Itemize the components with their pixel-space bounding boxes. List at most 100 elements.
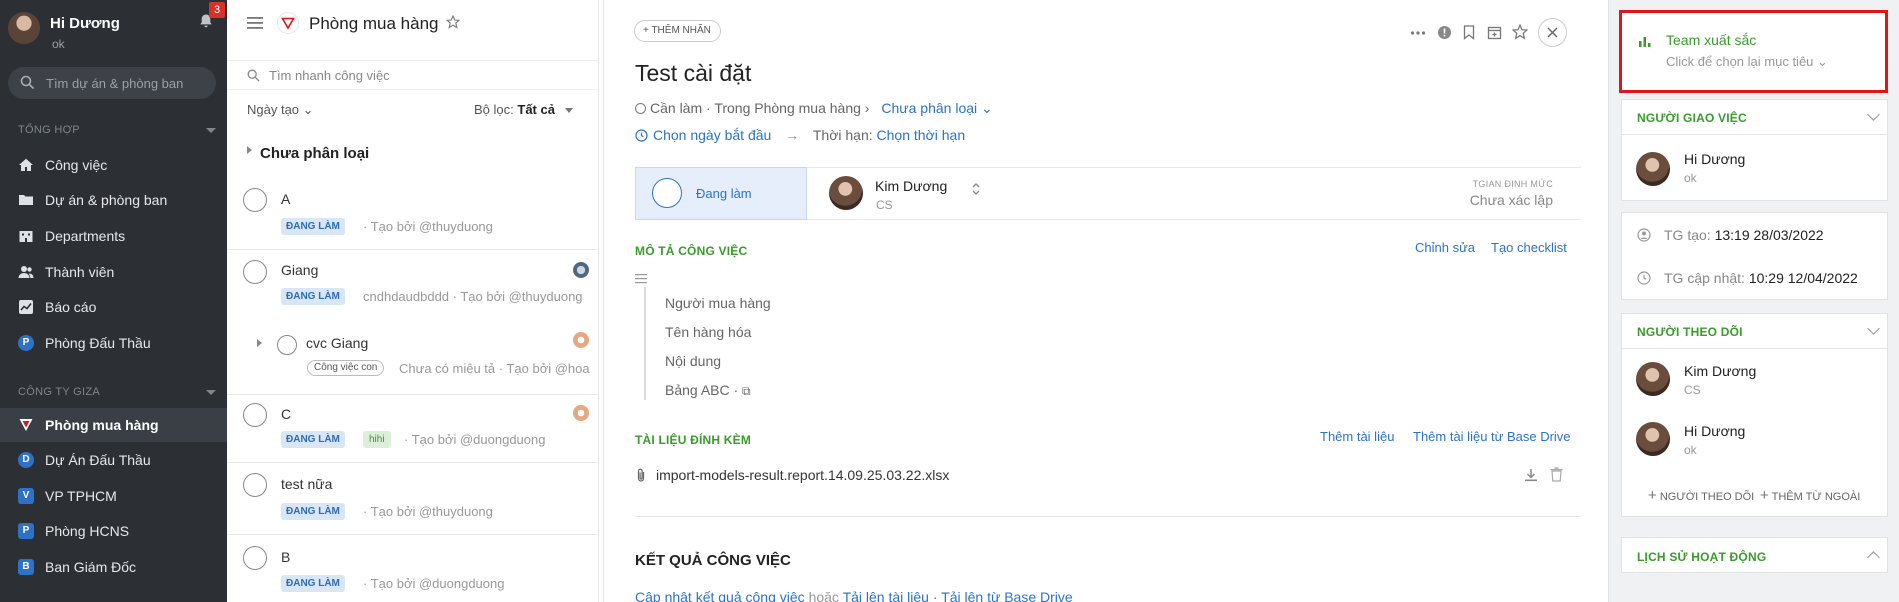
clock-icon [635, 129, 648, 142]
start-date-link[interactable]: Chọn ngày bắt đầu [653, 127, 771, 143]
task-title[interactable]: Test cài đặt [635, 60, 751, 87]
follower-name[interactable]: Kim Dương [1684, 363, 1756, 379]
upload-file-link[interactable]: Tải lên tài liệu [843, 589, 929, 602]
link-icon[interactable]: ⧉ [742, 384, 751, 398]
attachment-file-name[interactable]: import-models-result.report.14.09.25.03.… [656, 467, 949, 483]
task-row[interactable]: B ĐANG LÀM · Tạo bởi @duongduong [227, 535, 599, 602]
task-meta: · Tạo bởi @duongduong [404, 432, 546, 447]
task-checkbox[interactable] [243, 260, 267, 284]
sidebar-item-du-an-dau-thau[interactable]: D Dự Án Đấu Thầu [0, 443, 227, 477]
trash-icon[interactable] [1550, 467, 1563, 482]
project-b-icon: B [18, 559, 34, 575]
upload-from-drive-link[interactable]: Tải lên từ Base Drive [941, 589, 1073, 602]
update-result-link[interactable]: Cập nhật kết quả công việc [635, 589, 805, 602]
sort-toggle-icon[interactable] [971, 181, 981, 197]
caret-down-icon[interactable] [206, 390, 216, 395]
sidebar-item-departments[interactable]: Departments [0, 219, 227, 253]
sidebar-item-phong-mua-hang[interactable]: Phòng mua hàng [0, 408, 227, 442]
task-row[interactable]: test nữa ĐANG LÀM · Tạo bởi @thuyduong [227, 463, 599, 535]
attachments-title: TÀI LIỆU ĐÍNH KÈM [635, 433, 752, 447]
timestamps-card: TG tạo: 13:19 28/03/2022 TG cập nhật: 10… [1621, 212, 1888, 300]
group-title[interactable]: Chưa phân loại [260, 145, 369, 162]
task-meta: · Tạo bởi @thuyduong [363, 219, 493, 234]
create-checklist-link[interactable]: Tạo checklist [1491, 240, 1567, 255]
status-badge: ĐANG LÀM [281, 218, 345, 235]
chevron-down-icon[interactable] [1867, 322, 1880, 335]
task-checkbox[interactable] [243, 546, 267, 570]
caret-down-icon[interactable] [206, 128, 216, 133]
expand-caret-icon[interactable] [257, 339, 262, 347]
add-follower-button[interactable]: + NGƯỜI THEO DÕI [1648, 487, 1754, 504]
subtask-row[interactable]: cvc Giang Công việc con Chưa có miêu tả … [227, 320, 599, 395]
task-list-panel: Phòng mua hàng Ngày tạo ⌄ Bộ lọc: Tất cả… [227, 0, 599, 602]
sidebar-item-phong-hcns[interactable]: P Phòng HCNS [0, 514, 227, 548]
sidebar-item-cong-viec[interactable]: Công việc [0, 148, 227, 182]
filter-row: Ngày tạo ⌄ Bộ lọc: Tất cả [227, 98, 599, 124]
chevron-down-icon[interactable] [1867, 108, 1880, 121]
filter-dropdown[interactable]: Bộ lọc: Tất cả [474, 102, 573, 117]
assignee-avatar [573, 332, 589, 348]
more-icon[interactable] [1410, 26, 1426, 40]
quick-search[interactable] [227, 60, 599, 90]
norm-value[interactable]: Chưa xác lập [1470, 192, 1553, 208]
sidebar-item-bao-cao[interactable]: Báo cáo [0, 290, 227, 324]
goal-card[interactable]: Team xuất sắc Click để chọn lại mục tiêu… [1619, 10, 1888, 93]
status-selector[interactable]: Đang làm [635, 167, 807, 220]
filter-label: Bộ lọc: [474, 102, 514, 117]
history-card[interactable]: LỊCH SỬ HOẠT ĐỘNG [1621, 537, 1888, 573]
star-icon[interactable] [1512, 24, 1528, 40]
task-title: B [281, 549, 291, 565]
sidebar-search-input[interactable] [46, 74, 206, 92]
project-p-icon: P [18, 523, 34, 539]
assigner-name[interactable]: Hi Dương [1684, 151, 1745, 167]
add-file-link[interactable]: Thêm tài liệu [1320, 429, 1394, 444]
task-row[interactable]: C ĐANG LÀM hihi · Tạo bởi @duongduong [227, 395, 599, 463]
plus-icon: + [1760, 487, 1769, 504]
task-row[interactable]: A ĐANG LÀM · Tạo bởi @thuyduong [227, 178, 599, 250]
task-checkbox[interactable] [243, 188, 267, 212]
category-dropdown[interactable]: Chưa phân loại ⌄ [881, 100, 992, 116]
subtask-tag: Công việc con [307, 360, 385, 376]
calendar-icon[interactable] [1487, 25, 1502, 40]
menu-icon[interactable] [247, 16, 263, 30]
status-badge: ĐANG LÀM [281, 503, 345, 520]
avatar[interactable] [8, 12, 40, 44]
deadline-label: Thời hạn: [812, 127, 873, 143]
add-tag-button[interactable]: + THÊM NHÃN [634, 20, 721, 42]
sidebar-item-thanh-vien[interactable]: Thành viên [0, 255, 227, 289]
download-icon[interactable] [1524, 468, 1538, 482]
follower-name[interactable]: Hi Dương [1684, 423, 1745, 439]
close-button[interactable] [1538, 18, 1567, 47]
edit-description-link[interactable]: Chỉnh sửa [1415, 240, 1475, 255]
sidebar-search[interactable] [8, 67, 216, 99]
clock-icon [1637, 271, 1651, 285]
task-checkbox[interactable] [277, 335, 297, 355]
result-actions: Cập nhật kết quả công việc hoặc Tải lên … [635, 589, 1073, 602]
sidebar-item-label: Phòng mua hàng [45, 417, 159, 433]
star-icon[interactable] [446, 15, 460, 29]
quick-search-input[interactable] [269, 68, 569, 83]
updated-value: 10:29 12/04/2022 [1748, 270, 1858, 286]
user-profile[interactable]: Hi Dương ok 3 [0, 0, 227, 55]
arrow-right-icon: → [785, 127, 800, 143]
triangle-icon [19, 419, 33, 431]
sidebar-item-vp-tphcm[interactable]: V VP TPHCM [0, 479, 227, 513]
task-row[interactable]: Giang ĐANG LÀM cndhdaudbddd · Tạo bởi @t… [227, 250, 599, 320]
sidebar-item-ban-giam-doc[interactable]: B Ban Giám Đốc [0, 550, 227, 584]
expand-caret-icon[interactable] [247, 146, 252, 154]
add-external-button[interactable]: + THÊM TỪ NGOÀI [1760, 487, 1860, 504]
sidebar-item-du-an[interactable]: Dự án & phòng ban [0, 183, 227, 217]
bookmark-icon[interactable] [1463, 25, 1475, 40]
task-checkbox[interactable] [243, 403, 267, 427]
chevron-up-icon[interactable] [1867, 551, 1880, 564]
deadline-link[interactable]: Chọn thời hạn [877, 127, 966, 143]
sidebar-item-label: Công việc [45, 157, 108, 173]
add-from-drive-link[interactable]: Thêm tài liệu từ Base Drive [1413, 429, 1571, 444]
sidebar-item-phong-dau-thau[interactable]: P Phòng Đấu Thầu [0, 326, 227, 360]
chevron-down-icon: ⌄ [981, 100, 993, 116]
alert-icon[interactable] [1437, 25, 1452, 40]
goal-subtitle[interactable]: Click để chọn lại mục tiêu ⌄ [1666, 54, 1828, 70]
sort-dropdown[interactable]: Ngày tạo ⌄ [247, 102, 314, 118]
task-checkbox[interactable] [243, 473, 267, 497]
assignee-name[interactable]: Kim Dương [875, 178, 947, 194]
